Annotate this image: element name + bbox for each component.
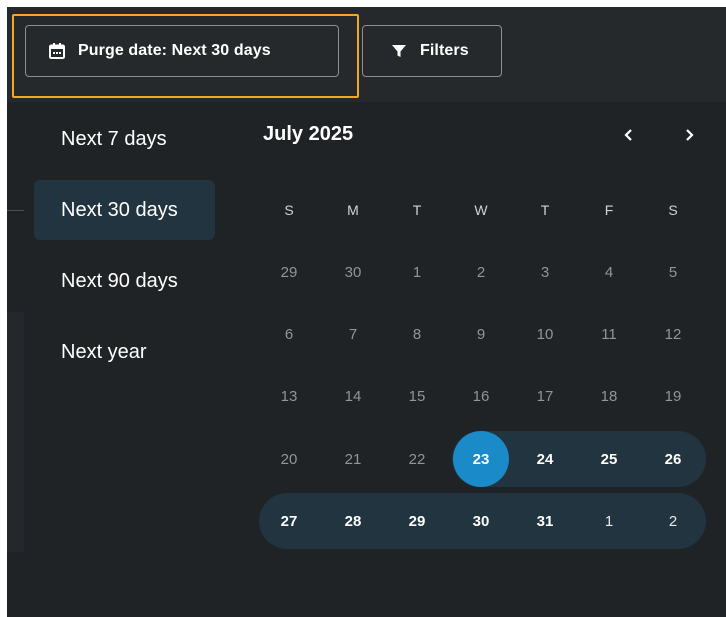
next-month-button[interactable] [677, 123, 701, 147]
calendar-day[interactable]: 18 [577, 368, 641, 424]
filters-button[interactable]: Filters [362, 25, 502, 77]
calendar-day[interactable]: 11 [577, 306, 641, 362]
calendar-icon [48, 42, 66, 60]
app-window: Purge date: Next 30 days Filters Next 7 … [7, 7, 726, 617]
weekday-header: S [284, 202, 294, 218]
prev-month-button[interactable] [617, 123, 641, 147]
calendar-day[interactable]: 19 [641, 368, 705, 424]
filters-button-label: Filters [420, 42, 469, 59]
calendar-day[interactable]: 15 [385, 368, 449, 424]
calendar-day[interactable]: 2 [641, 493, 705, 549]
calendar-day[interactable]: 9 [449, 306, 513, 362]
filter-funnel-icon [390, 42, 408, 60]
weekday-header: M [347, 202, 359, 218]
purge-date-button[interactable]: Purge date: Next 30 days [25, 25, 339, 77]
calendar-day[interactable]: 5 [641, 244, 705, 300]
calendar-day[interactable]: 10 [513, 306, 577, 362]
calendar-day[interactable]: 13 [257, 368, 321, 424]
calendar-day[interactable]: 29 [257, 244, 321, 300]
calendar-day[interactable]: 1 [385, 244, 449, 300]
calendar-day[interactable]: 8 [385, 306, 449, 362]
calendar-day[interactable]: 6 [257, 306, 321, 362]
calendar-day[interactable]: 30 [449, 493, 513, 549]
calendar-day[interactable]: 4 [577, 244, 641, 300]
calendar-day[interactable]: 16 [449, 368, 513, 424]
calendar-day[interactable]: 3 [513, 244, 577, 300]
divider [7, 210, 24, 211]
purge-date-button-label: Purge date: Next 30 days [78, 42, 271, 59]
calendar-day[interactable]: 20 [257, 431, 321, 487]
calendar-day[interactable]: 7 [321, 306, 385, 362]
background-row [7, 312, 24, 392]
weekday-header: W [474, 202, 488, 218]
calendar-day[interactable]: 21 [321, 431, 385, 487]
background-row [7, 392, 24, 472]
calendar-day[interactable]: 22 [385, 431, 449, 487]
calendar-day[interactable]: 29 [385, 493, 449, 549]
calendar-day[interactable]: 28 [321, 493, 385, 549]
weekday-header: T [540, 202, 550, 218]
calendar-day-today[interactable]: 23 [449, 431, 513, 487]
weekday-header: S [668, 202, 678, 218]
calendar-day[interactable]: 17 [513, 368, 577, 424]
calendar-day[interactable]: 12 [641, 306, 705, 362]
weekday-header: F [604, 202, 614, 218]
weekday-header: T [412, 202, 422, 218]
chevron-left-icon [624, 129, 632, 141]
calendar-day[interactable]: 25 [577, 431, 641, 487]
calendar-day[interactable]: 26 [641, 431, 705, 487]
preset-next-30-days[interactable]: Next 30 days [34, 180, 215, 240]
preset-next-7-days[interactable]: Next 7 days [34, 109, 215, 169]
chevron-right-icon [686, 129, 694, 141]
calendar-day[interactable]: 27 [257, 493, 321, 549]
background-row [7, 472, 24, 552]
preset-next-90-days[interactable]: Next 90 days [34, 251, 215, 311]
month-label: July 2025 [263, 123, 354, 145]
calendar-day[interactable]: 2 [449, 244, 513, 300]
calendar-day[interactable]: 1 [577, 493, 641, 549]
calendar-day[interactable]: 24 [513, 431, 577, 487]
calendar-day[interactable]: 30 [321, 244, 385, 300]
calendar-day[interactable]: 31 [513, 493, 577, 549]
preset-next-year[interactable]: Next year [34, 322, 215, 382]
calendar-day[interactable]: 14 [321, 368, 385, 424]
